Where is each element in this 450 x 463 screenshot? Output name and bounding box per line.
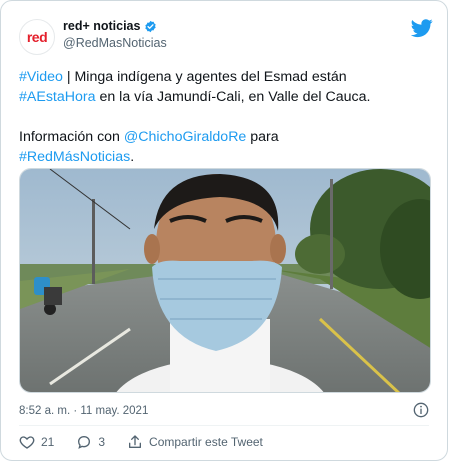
tweet-line-text: para [246,129,279,145]
tweet-header: red red+ noticias @RedMasNoticias [19,15,433,55]
share-icon [129,435,142,448]
reply-icon [78,435,91,449]
handle[interactable]: @RedMasNoticias [63,36,167,50]
info-icon[interactable] [413,402,429,418]
tweet-line-4: #RedMásNoticias. [19,147,431,167]
like-button[interactable]: 21 [19,434,54,450]
avatar-logo: red [26,29,48,45]
avatar[interactable]: red [19,19,55,55]
tweet-line-text: en la vía Jamundí-Cali, en Valle del Cau… [95,89,371,105]
tweet-actions: 21 3 Compartir este Tweet [19,434,285,450]
hashtag-link[interactable]: #RedMásNoticias [19,149,130,165]
video-frame [20,169,430,392]
display-name[interactable]: red+ noticias [63,19,140,33]
divider [19,425,429,426]
share-button[interactable]: Compartir este Tweet [127,434,263,450]
tweet-video[interactable] [19,168,431,393]
tweet-text: #Video | Minga indígena y agentes del Es… [19,67,431,167]
reply-button[interactable]: 3 [76,434,105,450]
tweet-line-text: | Minga indígena y agentes del Esmad est… [62,69,347,85]
tweet-timestamp[interactable]: 8:52 a. m. · 11 may. 2021 [19,405,148,417]
tweet-line-text: Información con [19,129,124,145]
verified-badge-icon [145,20,157,32]
hashtag-link[interactable]: #AEstaHora [19,89,96,105]
like-count: 21 [41,435,55,449]
share-label: Compartir este Tweet [149,435,263,449]
heart-icon [19,436,35,449]
twitter-bird-icon[interactable] [411,17,433,39]
tweet-line-1: #Video | Minga indígena y agentes del Es… [19,67,431,87]
tweet-line-2: #AEstaHora en la vía Jamundí-Cali, en Va… [19,87,431,107]
author-info[interactable]: red+ noticias @RedMasNoticias [63,19,167,50]
reply-count: 3 [98,435,106,449]
mention-link[interactable]: @ChichoGiraldoRe [124,129,246,145]
tweet-line-3: Información con @ChichoGiraldoRe para [19,127,431,147]
tweet-line-text: . [130,149,135,165]
hashtag-link[interactable]: #Video [19,69,63,85]
tweet-card[interactable]: red red+ noticias @RedMasNoticias #Video… [0,0,448,461]
